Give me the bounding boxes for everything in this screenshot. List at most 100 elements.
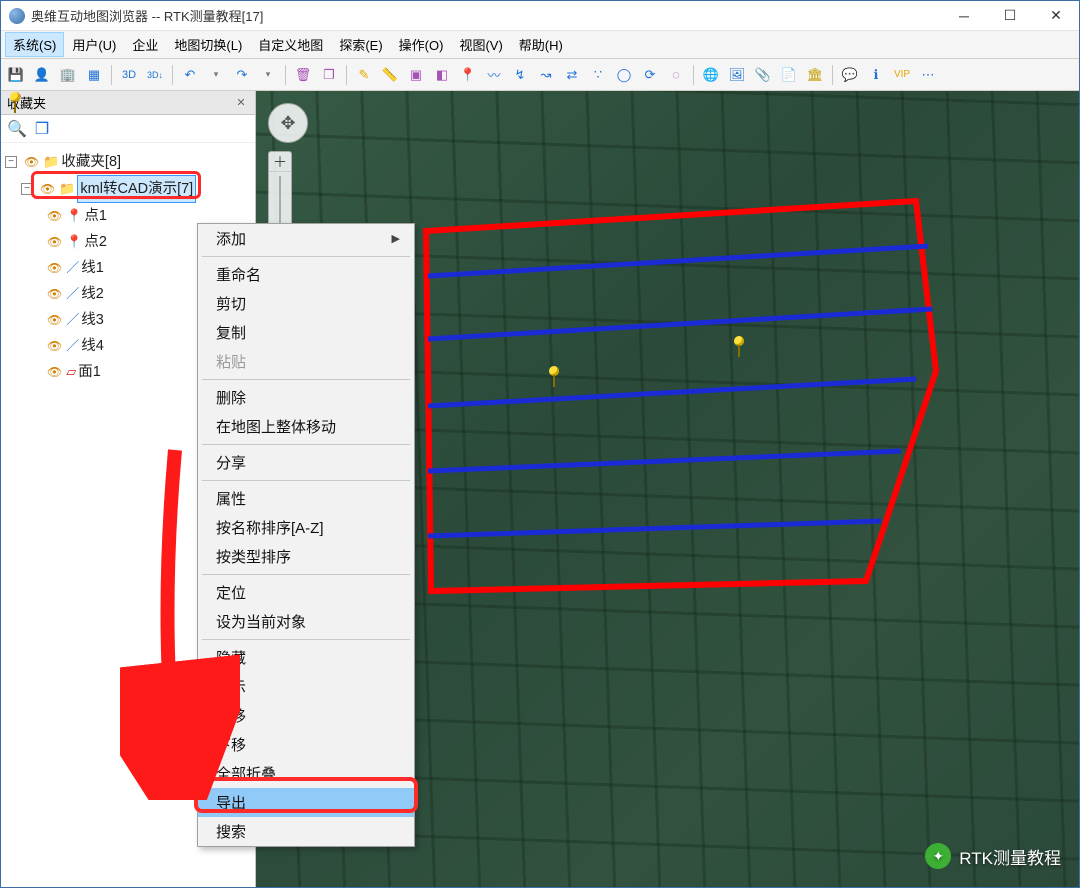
context-menu[interactable]: 添加▶重命名剪切复制粘贴删除在地图上整体移动分享属性按名称排序[A-Z]按类型排… [197, 223, 415, 847]
delete-icon[interactable]: 🗑 [292, 64, 314, 86]
close-panel-icon[interactable]: ✕ [233, 96, 249, 109]
context-menu-item[interactable]: 显示 [198, 672, 414, 701]
tree-folder[interactable]: − 👁 📁 kml转CAD演示[7] [5, 175, 251, 203]
zoom-in-button[interactable]: ＋ [269, 152, 291, 172]
context-menu-item[interactable]: 设为当前对象 [198, 607, 414, 636]
map-pushpin[interactable] [546, 366, 562, 388]
submenu-arrow-icon: ▶ [392, 232, 400, 245]
map-pushpin[interactable] [731, 336, 747, 358]
redo-dd-icon[interactable]: ▾ [257, 64, 279, 86]
context-menu-item[interactable]: 剪切 [198, 289, 414, 318]
menu-item[interactable]: 帮助(H) [511, 32, 571, 57]
globe-icon[interactable]: 🌐 [700, 64, 722, 86]
circle-icon[interactable]: ◯ [613, 64, 635, 86]
visibility-icon[interactable]: 👁 [47, 255, 62, 281]
context-menu-item[interactable]: 删除 [198, 383, 414, 412]
org-icon[interactable]: 🏢 [57, 64, 79, 86]
expander-icon[interactable]: − [21, 183, 33, 195]
menu-item[interactable]: 企业 [124, 32, 166, 57]
menu-item[interactable]: 探索(E) [331, 32, 390, 57]
expander-icon[interactable]: − [5, 156, 17, 168]
menu-item[interactable]: 地图切换(L) [166, 32, 250, 57]
watermark: ✦ RTK测量教程 [925, 843, 1061, 869]
visibility-icon[interactable]: 👁 [40, 176, 55, 202]
dring-icon[interactable]: ◌ [665, 64, 687, 86]
dist-icon[interactable]: ⇄ [561, 64, 583, 86]
chat-icon[interactable]: 💬 [839, 64, 861, 86]
context-menu-item[interactable]: 全部折叠 [198, 759, 414, 788]
3d2d-icon[interactable]: 3D↓ [144, 64, 166, 86]
menu-item[interactable]: 用户(U) [64, 32, 124, 57]
context-menu-item[interactable]: 复制 [198, 318, 414, 347]
visibility-icon[interactable]: 👁 [47, 359, 62, 385]
panel-toolbar: 🔍 ❐ [1, 115, 255, 143]
doc-icon[interactable]: 📄 [778, 64, 800, 86]
pin-panel-icon[interactable]: 📌 [7, 92, 23, 114]
context-menu-item[interactable]: 在地图上整体移动 [198, 412, 414, 441]
context-menu-item[interactable]: 分享 [198, 448, 414, 477]
attach-icon[interactable]: 📎 [752, 64, 774, 86]
context-menu-label: 全部折叠 [216, 763, 276, 784]
context-menu-item[interactable]: 定位 [198, 578, 414, 607]
context-menu-item[interactable]: 隐藏 [198, 643, 414, 672]
window-title: 奥维互动地图浏览器 -- RTK测量教程[17] [31, 6, 941, 25]
path-icon[interactable]: ↝ [535, 64, 557, 86]
save-icon[interactable]: 💾 [5, 64, 27, 86]
context-menu-label: 剪切 [216, 293, 246, 314]
user-icon[interactable]: 👤 [31, 64, 53, 86]
context-menu-item[interactable]: 导出 [198, 788, 414, 817]
context-menu-item[interactable]: 搜索 [198, 817, 414, 846]
cascade-icon[interactable]: ❐ [35, 119, 49, 139]
menu-item[interactable]: 操作(O) [391, 32, 452, 57]
close-button[interactable]: ✕ [1033, 1, 1079, 31]
context-menu-item[interactable]: 按名称排序[A-Z] [198, 513, 414, 542]
vip-icon[interactable]: VIP [891, 64, 913, 86]
context-menu-item[interactable]: 按类型排序 [198, 542, 414, 571]
building-icon[interactable]: 🏛 [804, 64, 826, 86]
route-icon[interactable]: ↯ [509, 64, 531, 86]
context-menu-item[interactable]: 重命名 [198, 260, 414, 289]
track-icon[interactable]: ✎ [353, 64, 375, 86]
ruler-icon[interactable]: 📏 [379, 64, 401, 86]
visibility-icon[interactable]: 👁 [47, 307, 62, 333]
visibility-icon[interactable]: 👁 [47, 333, 62, 359]
redo-icon[interactable]: ↷ [231, 64, 253, 86]
menu-item[interactable]: 视图(V) [451, 32, 510, 57]
visibility-icon[interactable]: 👁 [47, 203, 62, 229]
line-icon: ／ [66, 281, 79, 307]
context-menu-item[interactable]: 下移 [198, 730, 414, 759]
undo-icon[interactable]: ↶ [179, 64, 201, 86]
tree-root[interactable]: − 👁 📁 收藏夹[8] [5, 149, 251, 175]
menu-item[interactable]: 自定义地图 [250, 32, 331, 57]
info-icon[interactable]: ℹ [865, 64, 887, 86]
polyline-icon[interactable]: 〰 [483, 64, 505, 86]
context-menu-item[interactable]: 上移 [198, 701, 414, 730]
minimize-button[interactable]: ─ [941, 1, 987, 31]
compass-control[interactable]: ✥ [268, 103, 308, 143]
points-icon[interactable]: ∵ [587, 64, 609, 86]
context-menu-item[interactable]: 添加▶ [198, 224, 414, 253]
layers-icon[interactable]: ❐ [318, 64, 340, 86]
visibility-icon[interactable]: 👁 [47, 229, 62, 255]
shape-icon[interactable]: ◧ [431, 64, 453, 86]
pin-icon[interactable]: 📍 [457, 64, 479, 86]
refresh-icon[interactable]: ⟳ [639, 64, 661, 86]
undo-dd-icon[interactable]: ▾ [205, 64, 227, 86]
maximize-button[interactable]: ☐ [987, 1, 1033, 31]
separator [693, 65, 694, 85]
more-icon[interactable]: ⋯ [917, 64, 939, 86]
menu-item[interactable]: 系统(S) [5, 32, 64, 57]
area-icon[interactable]: ▣ [405, 64, 427, 86]
watermark-text: RTK测量教程 [959, 844, 1061, 869]
image-icon[interactable]: 🖼 [726, 64, 748, 86]
3d-icon[interactable]: 3D [118, 64, 140, 86]
visibility-icon[interactable]: 👁 [24, 149, 39, 175]
line-overlay [428, 379, 916, 406]
tree-item-label: 线2 [81, 281, 104, 307]
grid-icon[interactable]: ▦ [83, 64, 105, 86]
visibility-icon[interactable]: 👁 [47, 281, 62, 307]
menu-separator [202, 256, 410, 257]
context-menu-label: 在地图上整体移动 [216, 416, 336, 437]
context-menu-item[interactable]: 属性 [198, 484, 414, 513]
search-icon[interactable]: 🔍 [7, 119, 27, 139]
